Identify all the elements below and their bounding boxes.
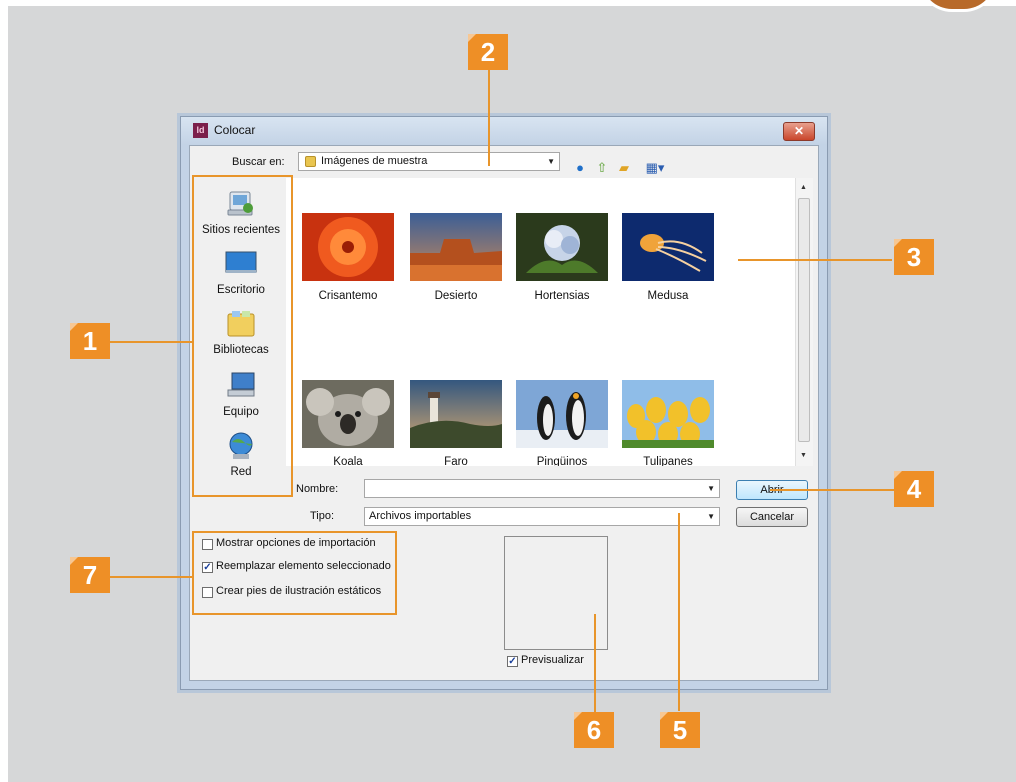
callout-line-7 bbox=[110, 576, 192, 578]
file-label-faro: Faro bbox=[444, 456, 468, 466]
back-icon[interactable]: ● bbox=[572, 160, 588, 176]
callout-line-1 bbox=[110, 341, 192, 343]
title-bar[interactable]: Id Colocar ✕ bbox=[181, 117, 827, 145]
scroll-thumb[interactable] bbox=[798, 198, 810, 442]
thumbnail-hortensias[interactable] bbox=[516, 213, 608, 281]
indesign-app-icon: Id bbox=[193, 123, 208, 138]
file-label-desierto: Desierto bbox=[434, 290, 478, 302]
callout-badge-3: 3 bbox=[894, 239, 934, 275]
callout-badge-6: 6 bbox=[574, 712, 614, 748]
filetype-label: Tipo: bbox=[310, 510, 335, 522]
thumbnail-desierto[interactable] bbox=[410, 213, 502, 281]
callout-badge-1: 1 bbox=[70, 323, 110, 359]
preview-area bbox=[504, 536, 608, 650]
callout-line-3 bbox=[738, 259, 892, 261]
view-menu-icon[interactable]: ▦▾ bbox=[642, 160, 668, 176]
file-label-koala: Koala bbox=[333, 456, 363, 466]
look-in-value: Imágenes de muestra bbox=[321, 155, 428, 167]
callout-badge-2: 2 bbox=[468, 34, 508, 70]
chevron-down-icon: ▼ bbox=[707, 484, 715, 493]
folder-icon bbox=[305, 156, 316, 167]
callout-line-4 bbox=[770, 489, 894, 491]
callout-outline-places bbox=[192, 175, 293, 497]
scroll-up-arrow-icon[interactable]: ▲ bbox=[800, 184, 807, 191]
look-in-dropdown[interactable]: Imágenes de muestra ▼ bbox=[298, 152, 560, 171]
callout-outline-options bbox=[192, 531, 397, 615]
filetype-dropdown[interactable]: Archivos importables ▼ bbox=[364, 507, 720, 526]
filename-input[interactable]: ▼ bbox=[364, 479, 720, 498]
callout-badge-5: 5 bbox=[660, 712, 700, 748]
callout-line-2 bbox=[488, 70, 490, 166]
chevron-down-icon: ▼ bbox=[547, 157, 555, 166]
callout-badge-4: 4 bbox=[894, 471, 934, 507]
thumbnail-pinguinos[interactable] bbox=[516, 380, 608, 448]
callout-line-5 bbox=[678, 513, 680, 711]
up-folder-icon[interactable]: ⇧ bbox=[594, 160, 610, 176]
filetype-value: Archivos importables bbox=[369, 510, 472, 522]
thumbnail-tulipanes[interactable] bbox=[622, 380, 714, 448]
file-label-pinguinos: Pingüinos bbox=[536, 456, 588, 466]
file-label-tulipanes: Tulipanes bbox=[643, 456, 693, 466]
file-label-medusa: Medusa bbox=[647, 290, 689, 302]
look-in-label: Buscar en: bbox=[232, 156, 285, 168]
thumbnail-koala[interactable] bbox=[302, 380, 394, 448]
thumbnail-faro[interactable] bbox=[410, 380, 502, 448]
cancel-button[interactable]: Cancelar bbox=[736, 507, 808, 527]
dialog-title: Colocar bbox=[214, 123, 256, 137]
callout-line-6 bbox=[594, 614, 596, 714]
thumbnail-medusa[interactable] bbox=[622, 213, 714, 281]
callout-badge-7: 7 bbox=[70, 557, 110, 593]
filename-label: Nombre: bbox=[296, 483, 339, 495]
file-label-crisantemo: Crisantemo bbox=[318, 290, 378, 302]
preview-checkbox[interactable]: ✓ bbox=[507, 656, 518, 667]
file-label-hortensias: Hortensias bbox=[534, 290, 590, 302]
vertical-scrollbar[interactable]: ▲ ▼ bbox=[795, 178, 813, 466]
preview-label: Previsualizar bbox=[521, 654, 584, 666]
thumbnail-crisantemo[interactable] bbox=[302, 213, 394, 281]
scroll-down-arrow-icon[interactable]: ▼ bbox=[800, 452, 807, 459]
new-folder-icon[interactable]: ▰ bbox=[616, 160, 632, 176]
close-button[interactable]: ✕ bbox=[783, 122, 815, 141]
chevron-down-icon: ▼ bbox=[707, 512, 715, 521]
